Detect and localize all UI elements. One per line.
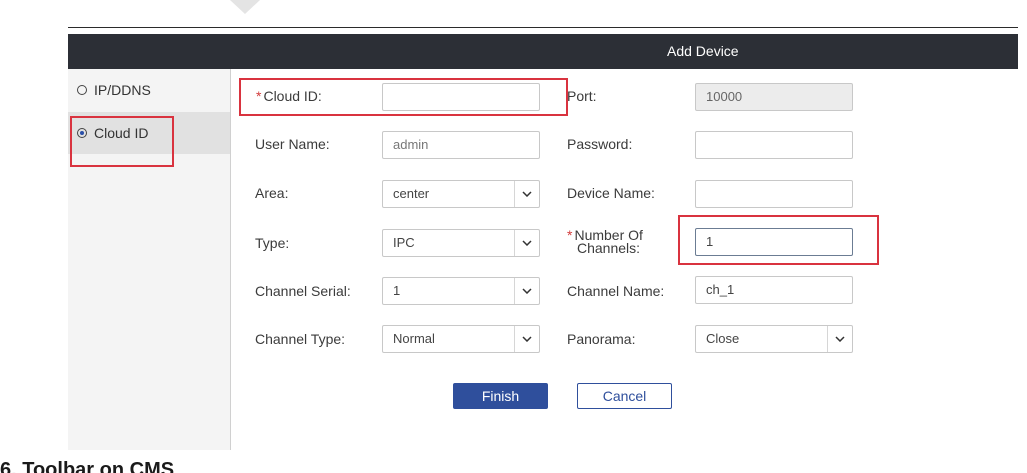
area-select[interactable]: center <box>382 180 540 208</box>
device-name-label: Device Name: <box>567 185 655 201</box>
password-input[interactable] <box>695 131 853 159</box>
channel-serial-select[interactable]: 1 <box>382 277 540 305</box>
type-label: Type: <box>255 235 290 251</box>
channels-highlight-box <box>678 215 879 265</box>
channel-name-label: Channel Name: <box>567 283 665 299</box>
panorama-select[interactable]: Close <box>695 325 853 353</box>
top-divider <box>68 27 1018 28</box>
user-name-input[interactable]: admin <box>382 131 540 159</box>
option-ip-ddns[interactable]: IP/DDNS <box>68 69 230 111</box>
channel-serial-value: 1 <box>393 283 401 298</box>
cloud-id-option-highlight-box <box>70 116 174 167</box>
channel-type-select[interactable]: Normal <box>382 325 540 353</box>
panorama-value: Close <box>706 331 740 346</box>
chevron-down-icon[interactable] <box>514 181 539 207</box>
dialog-title: Add Device <box>667 43 739 59</box>
section-heading: 6. Toolbar on CMS <box>0 459 175 473</box>
finish-button[interactable]: Finish <box>453 383 548 409</box>
chevron-down-icon[interactable] <box>827 326 852 352</box>
page-notch <box>230 0 260 14</box>
cancel-button[interactable]: Cancel <box>577 383 672 409</box>
chevron-down-icon[interactable] <box>514 230 539 256</box>
channel-serial-label: Channel Serial: <box>255 283 351 299</box>
password-label: Password: <box>567 136 633 152</box>
number-of-channels-label: * Number Of Channels: <box>567 227 643 256</box>
port-input: 10000 <box>695 83 853 111</box>
chevron-down-icon[interactable] <box>514 326 539 352</box>
radio-ip-ddns[interactable] <box>77 85 87 95</box>
area-value: center <box>393 186 430 201</box>
port-label: Port: <box>567 88 597 104</box>
user-name-label: User Name: <box>255 136 330 152</box>
type-value: IPC <box>393 235 415 250</box>
channel-type-label: Channel Type: <box>255 331 346 347</box>
area-label: Area: <box>255 185 289 201</box>
chevron-down-icon[interactable] <box>514 278 539 304</box>
channel-name-input[interactable]: ch_1 <box>695 276 853 304</box>
type-select[interactable]: IPC <box>382 229 540 257</box>
option-ip-ddns-label: IP/DDNS <box>94 82 151 98</box>
device-name-input[interactable] <box>695 180 853 208</box>
channel-type-value: Normal <box>393 331 435 346</box>
dialog-title-bar: Add Device <box>68 34 1018 69</box>
cloud-id-highlight-box <box>239 78 568 116</box>
panorama-label: Panorama: <box>567 331 636 347</box>
